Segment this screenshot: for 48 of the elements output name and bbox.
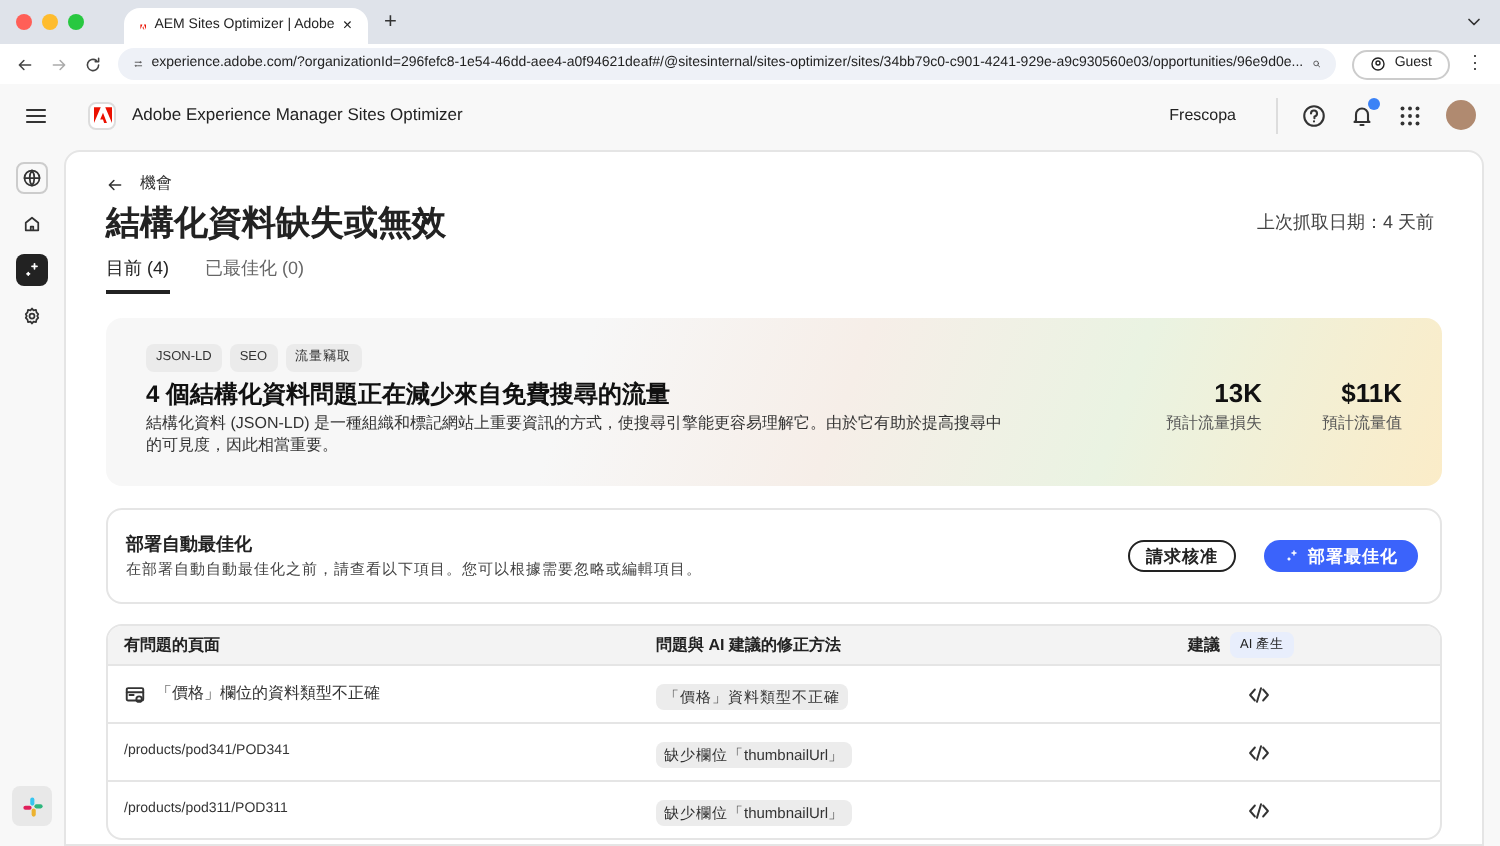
more-icon[interactable]: ⋮ <box>1466 50 1484 78</box>
sparkle-icon <box>22 260 42 280</box>
metric-value: 13K <box>1214 375 1262 412</box>
adobe-logo-icon <box>88 101 116 129</box>
page-issue-icon <box>124 683 146 705</box>
metric-value: $11K <box>1341 375 1402 412</box>
issue-group-name: 「價格」欄位的資料類型不正確 <box>156 682 380 706</box>
column-header: 有問題的頁面 <box>124 633 222 657</box>
deploy-button[interactable]: 部署最佳化 <box>1264 540 1418 572</box>
avatar[interactable] <box>1446 100 1476 130</box>
tab[interactable]: 目前 (4) <box>106 255 169 294</box>
slack-logo-icon <box>21 795 43 817</box>
menu-icon[interactable] <box>24 103 48 127</box>
page-title: 結構化資料缺失或無效 <box>106 202 448 246</box>
bell-icon[interactable] <box>1350 103 1374 127</box>
zoom-icon[interactable] <box>1311 56 1321 72</box>
adobe-logo-icon <box>140 19 147 33</box>
back-arrow-icon <box>106 175 124 193</box>
tab[interactable]: 已最佳化 (0) <box>205 255 304 294</box>
sidebar-nav-button[interactable] <box>16 254 48 286</box>
code-icon[interactable] <box>1248 683 1270 705</box>
back-link[interactable]: 機會 <box>106 172 172 196</box>
reload-icon[interactable] <box>84 55 102 73</box>
code-icon[interactable] <box>1248 741 1270 763</box>
back-icon[interactable] <box>16 55 34 73</box>
metric-label: 預計流量值 <box>1322 412 1402 437</box>
last-fetched-text: 上次抓取日期：4 天前 <box>1256 210 1434 236</box>
hero-headline: 4 個結構化資料問題正在減少來自免費搜尋的流量 <box>146 377 673 412</box>
metric-label: 預計流量損失 <box>1166 412 1262 437</box>
deploy-title: 部署自動最佳化 <box>126 531 254 558</box>
column-header: 建議 <box>1188 633 1220 657</box>
app-title: Adobe Experience Manager Sites Optimizer <box>132 102 463 128</box>
request-approval-button[interactable]: 請求核准 <box>1128 540 1236 572</box>
sparkle-icon <box>1284 548 1300 564</box>
new-tab-icon[interactable]: + <box>384 5 397 39</box>
person-icon <box>1370 56 1387 72</box>
hero-description: 結構化資料 (JSON-LD) 是一種組織和標記網站上重要資訊的方式，使搜尋引擎能更容易理解它。由於它有助於提高搜尋中的可見度，因此相當重要。 <box>146 411 1004 456</box>
gear-icon <box>22 306 42 326</box>
organization-name[interactable]: Frescopa <box>1169 103 1236 127</box>
close-icon[interactable]: × <box>342 14 352 38</box>
code-icon[interactable] <box>1248 799 1270 821</box>
help-icon[interactable] <box>1302 103 1326 127</box>
globe-icon <box>22 168 42 188</box>
sidebar-nav-button[interactable] <box>16 162 48 194</box>
column-header: 問題與 AI 建議的修正方法 <box>656 633 843 657</box>
site-settings-icon[interactable] <box>134 56 144 72</box>
apps-grid-icon[interactable] <box>1398 103 1422 127</box>
home-icon <box>22 214 42 234</box>
